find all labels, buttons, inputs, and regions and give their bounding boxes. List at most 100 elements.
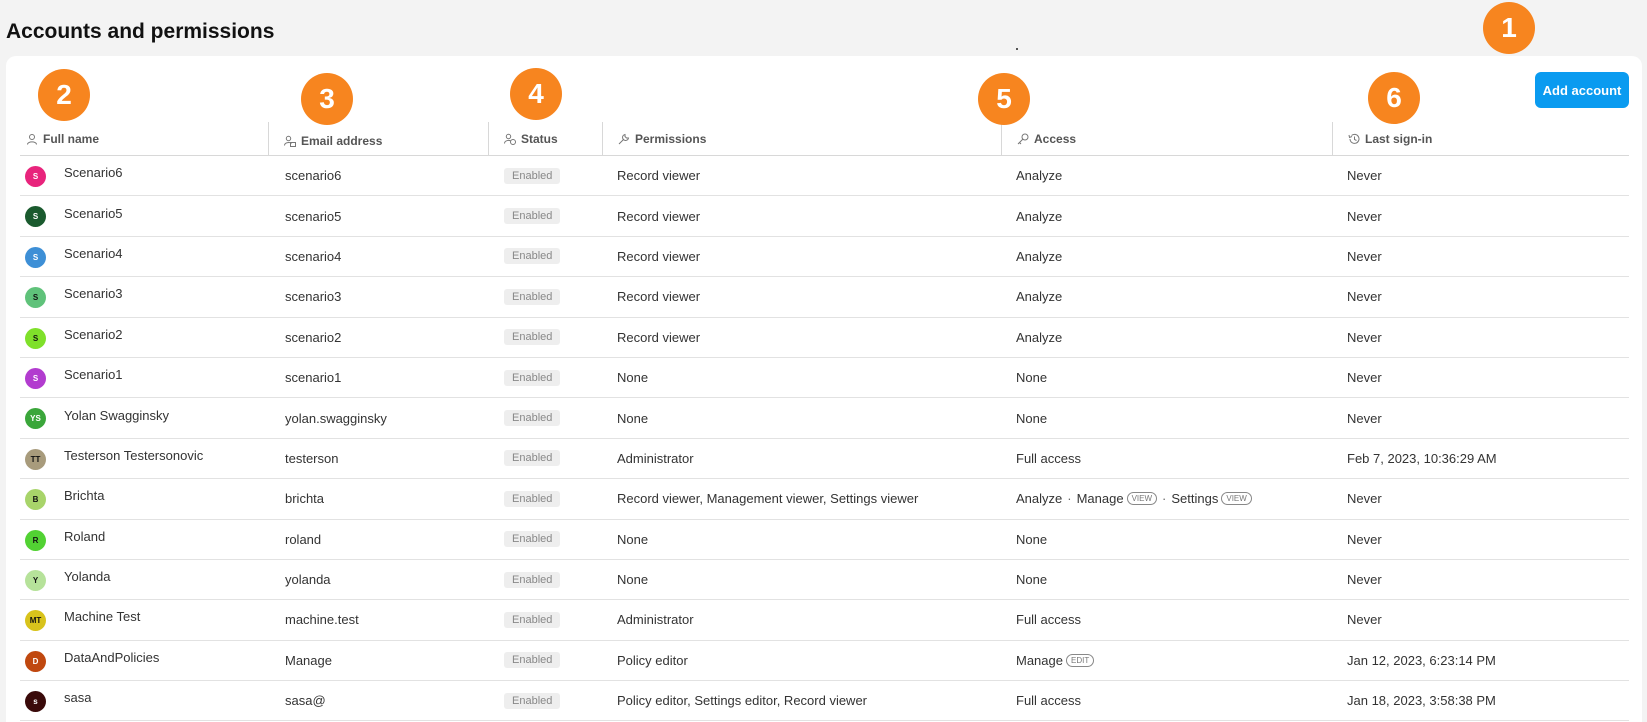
cell-status: Enabled <box>504 318 561 357</box>
cell-full-name: Scenario1 <box>64 367 123 383</box>
cell-last-sign-in: Never <box>1347 329 1382 345</box>
cell-access: Analyze <box>1016 196 1062 235</box>
cell-last-sign-in: Never <box>1347 572 1382 588</box>
cell-status: Enabled <box>504 196 561 235</box>
column-divider[interactable] <box>268 122 269 156</box>
cell-email: testerson <box>285 450 339 466</box>
accounts-table: Full name Email address Status Permissio… <box>20 122 1629 722</box>
table-row[interactable]: S Scenario2 scenario2 Enabled Record viewer A… <box>20 318 1629 358</box>
access-level-pill: VIEW <box>1221 492 1252 506</box>
column-divider[interactable] <box>1332 122 1333 156</box>
table-row[interactable]: TT Testerson Testersonovic testerson Enable… <box>20 439 1629 480</box>
cell-status: Enabled <box>504 439 561 478</box>
avatar: YS <box>25 408 46 430</box>
table-row[interactable]: S Scenario6 scenario6 Enabled Record viewer A… <box>20 156 1629 197</box>
column-header-email[interactable]: Email address <box>284 124 382 158</box>
column-divider[interactable] <box>1001 122 1002 156</box>
cell-full-name: Yolanda <box>64 569 111 585</box>
access-item: Manage <box>1016 652 1063 668</box>
table-row[interactable]: YS Yolan Swagginsky yolan.swagginsky Enable… <box>20 398 1629 439</box>
access-item: Full access <box>1016 693 1082 709</box>
cell-permissions: None <box>617 531 649 547</box>
cell-email: scenario1 <box>285 370 342 386</box>
cell-access: Analyze <box>1016 156 1062 195</box>
table-row[interactable]: S Scenario3 scenario3 Enabled Record viewer A… <box>20 277 1629 318</box>
column-label: Permissions <box>635 132 707 146</box>
access-item: Analyze <box>1016 208 1063 224</box>
cell-access: Full access <box>1016 681 1081 720</box>
column-header-last-sign-in[interactable]: Last sign-in <box>1348 122 1432 156</box>
column-divider[interactable] <box>488 122 489 156</box>
cell-access: Analyze · Manage VIEW · Settings VIEW <box>1016 479 1252 518</box>
cell-access: Analyze <box>1016 237 1062 276</box>
callout-marker-4: 4 <box>510 68 562 120</box>
cell-permissions: None <box>617 410 649 426</box>
column-label: Full name <box>43 132 100 146</box>
column-divider[interactable] <box>602 122 603 156</box>
cell-permissions: Record viewer <box>617 329 701 345</box>
access-level-pill: VIEW <box>1126 492 1158 506</box>
table-row[interactable]: S Scenario1 scenario1 Enabled None None Never <box>20 358 1629 399</box>
column-header-access[interactable]: Access <box>1017 122 1076 156</box>
table-row[interactable]: MT Machine Test machine.test Enabled Adminis… <box>20 600 1629 641</box>
cell-last-sign-in: Never <box>1347 208 1382 224</box>
wrench-icon <box>618 133 630 145</box>
cell-status: Enabled <box>504 398 561 437</box>
cell-full-name: Scenario2 <box>64 326 123 342</box>
cell-email: yolan.swagginsky <box>285 410 387 426</box>
column-label: Email address <box>301 134 383 148</box>
user-icon <box>27 134 37 145</box>
avatar: S <box>25 206 46 228</box>
avatar: Y <box>25 569 46 591</box>
cell-access: Manage EDIT <box>1016 641 1095 680</box>
cell-permissions: Policy editor <box>617 652 688 668</box>
column-label: Access <box>1034 132 1077 146</box>
cell-status: Enabled <box>504 600 561 639</box>
cell-full-name: Scenario3 <box>64 286 123 302</box>
avatar: MT <box>25 610 46 632</box>
cell-access: Analyze <box>1016 277 1062 316</box>
cell-permissions: Record viewer <box>617 208 701 224</box>
cell-access: None <box>1016 520 1047 559</box>
add-account-button[interactable]: Add account <box>1535 72 1629 108</box>
column-header-full-name[interactable]: Full name <box>26 122 99 156</box>
table-row[interactable]: D DataAndPolicies Manage Enabled Policy edit… <box>20 641 1629 682</box>
cell-last-sign-in: Never <box>1347 491 1382 507</box>
status-badge: Enabled <box>504 611 561 628</box>
cell-email: machine.test <box>285 612 359 628</box>
access-item: Full access <box>1016 612 1082 628</box>
status-badge: Enabled <box>504 652 561 669</box>
access-item: Analyze <box>1016 289 1063 305</box>
page-title: Accounts and permissions <box>6 20 275 43</box>
avatar: S <box>25 367 46 389</box>
cell-last-sign-in: Never <box>1347 370 1382 386</box>
table-row[interactable]: B Brichta brichta Enabled Record viewer, Man… <box>20 479 1629 520</box>
user-email-icon <box>284 135 296 147</box>
table-row[interactable]: R Roland roland Enabled None None Never <box>20 520 1629 560</box>
table-row[interactable]: s sasa sasa@ Enabled Policy editor, Settings… <box>20 681 1629 722</box>
status-badge: Enabled <box>504 288 561 305</box>
cell-status: Enabled <box>504 277 561 316</box>
column-header-status[interactable]: Status <box>504 122 558 156</box>
cell-full-name: Roland <box>64 528 106 544</box>
access-item: None <box>1016 410 1048 426</box>
access-item: Analyze <box>1016 248 1063 264</box>
cell-email: scenario4 <box>285 248 342 264</box>
avatar: S <box>25 287 46 309</box>
table-row[interactable]: Y Yolanda yolanda Enabled None None Never <box>20 560 1629 601</box>
cell-full-name: Scenario6 <box>64 165 123 181</box>
cell-last-sign-in: Jan 18, 2023, 3:58:38 PM <box>1347 693 1496 709</box>
access-item: Analyze <box>1016 491 1063 507</box>
status-badge: Enabled <box>504 248 561 265</box>
table-row[interactable]: S Scenario4 scenario4 Enabled Record viewer A… <box>20 237 1629 278</box>
status-badge: Enabled <box>504 490 561 507</box>
cell-status: Enabled <box>504 156 561 195</box>
table-row[interactable]: S Scenario5 scenario5 Enabled Record viewer A… <box>20 196 1629 237</box>
callout-marker-5: 5 <box>978 73 1030 125</box>
cell-last-sign-in: Never <box>1347 410 1382 426</box>
cell-email: yolanda <box>285 572 331 588</box>
cell-status: Enabled <box>504 641 561 680</box>
callout-marker-3: 3 <box>301 73 353 125</box>
column-header-permissions[interactable]: Permissions <box>618 122 706 156</box>
history-icon <box>1348 133 1360 144</box>
